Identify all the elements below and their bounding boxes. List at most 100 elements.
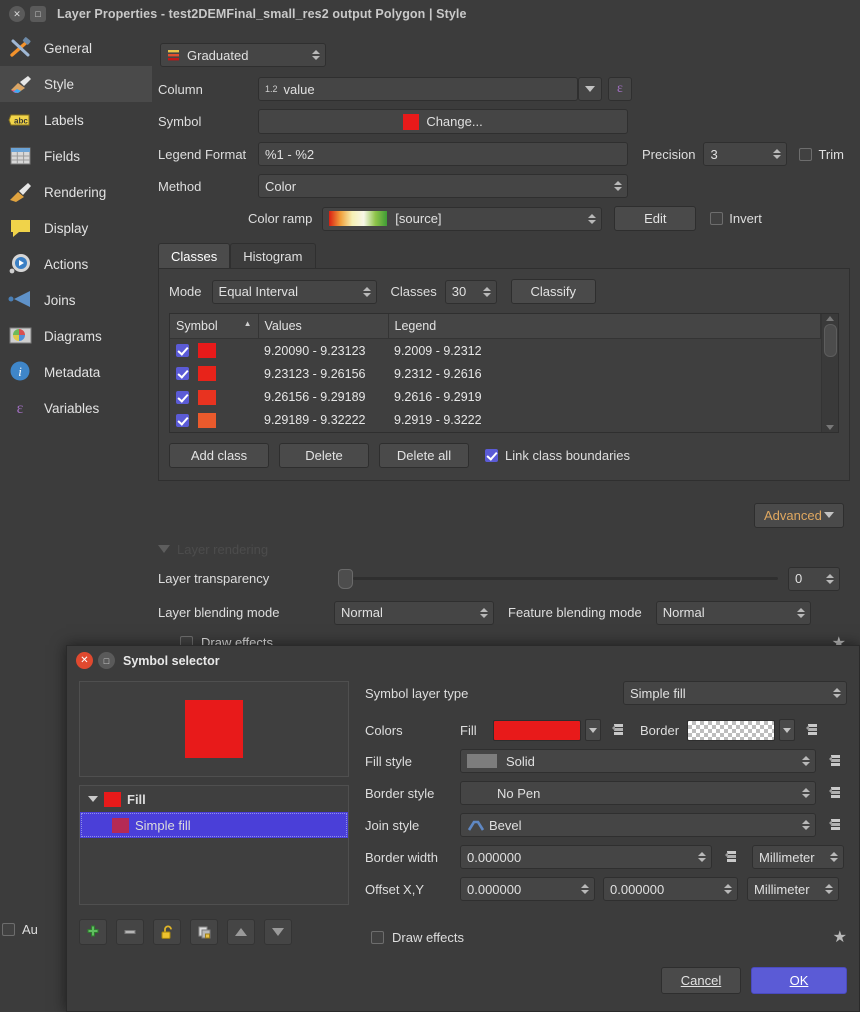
column-dropdown-button[interactable]	[578, 77, 602, 101]
triangle-down-icon[interactable]	[158, 545, 170, 554]
symbol-layer-type-combo[interactable]: Simple fill	[623, 681, 847, 705]
symbol-draw-effects-checkbox[interactable]	[371, 930, 384, 944]
join-style-data-defined-button[interactable]	[825, 814, 847, 836]
column-header-symbol[interactable]: Symbol ▲	[170, 314, 259, 339]
close-icon[interactable]: ✕	[76, 652, 93, 669]
classify-button[interactable]: Classify	[510, 279, 596, 304]
spin-arrows-icon[interactable]	[802, 756, 810, 766]
scroll-up-icon[interactable]	[826, 316, 834, 321]
classes-scrollbar[interactable]	[821, 314, 838, 432]
layer-transparency-spinbox[interactable]: 0	[788, 566, 840, 591]
class-symbol-cell[interactable]	[170, 385, 258, 408]
link-class-boundaries-checkbox[interactable]	[485, 448, 498, 462]
color-ramp-combo[interactable]: [source]	[322, 206, 603, 231]
edit-ramp-button[interactable]: Edit	[614, 206, 697, 231]
tab-classes[interactable]: Classes	[158, 243, 231, 268]
slider-handle[interactable]	[338, 568, 353, 589]
class-values-cell[interactable]: 9.26156 - 9.29189	[258, 385, 388, 408]
move-up-button[interactable]	[227, 919, 255, 945]
border-style-combo[interactable]: No Pen	[460, 781, 816, 805]
offset-unit-combo[interactable]: Millimeter	[747, 877, 839, 901]
duplicate-layer-button[interactable]	[190, 919, 218, 945]
class-symbol-cell[interactable]	[170, 409, 258, 432]
column-header-legend[interactable]: Legend	[388, 314, 821, 339]
spin-arrows-icon[interactable]	[614, 181, 622, 191]
column-field[interactable]: 1.2 value	[258, 77, 578, 101]
sidebar-item-metadata[interactable]: i Metadata	[0, 354, 152, 390]
symbol-layer-root[interactable]: Fill	[80, 786, 348, 812]
border-width-spinbox[interactable]: 0.000000	[460, 845, 712, 869]
class-symbol-cell[interactable]	[170, 362, 258, 385]
advanced-button[interactable]: Advanced	[754, 502, 844, 528]
cancel-button[interactable]: Cancel	[661, 967, 741, 994]
class-symbol-cell[interactable]	[170, 339, 258, 363]
class-color-swatch[interactable]	[198, 412, 216, 428]
symbol-layer-child[interactable]: Simple fill	[80, 812, 348, 838]
move-down-button[interactable]	[264, 919, 292, 945]
fill-color-dropdown[interactable]	[585, 719, 601, 741]
class-visible-checkbox[interactable]	[176, 367, 189, 381]
class-values-cell[interactable]: 9.29189 - 9.32222	[258, 409, 388, 432]
auto-checkbox[interactable]	[2, 923, 15, 936]
spin-arrows-icon[interactable]	[581, 884, 589, 894]
border-color-dropdown[interactable]	[779, 719, 796, 741]
ok-button[interactable]: OK	[751, 967, 847, 994]
delete-all-classes-button[interactable]: Delete all	[379, 442, 469, 468]
table-row[interactable]: 9.29189 - 9.32222 9.2919 - 9.3222	[170, 409, 821, 432]
mode-combo[interactable]: Equal Interval	[211, 279, 377, 304]
sidebar-item-style[interactable]: Style	[0, 66, 152, 102]
remove-symbol-layer-button[interactable]	[116, 919, 144, 945]
invert-checkbox[interactable]	[710, 212, 724, 225]
class-visible-checkbox[interactable]	[176, 344, 189, 358]
expression-button[interactable]: ε	[608, 77, 632, 101]
fill-style-data-defined-button[interactable]	[825, 750, 847, 772]
spin-arrows-icon[interactable]	[802, 820, 810, 830]
feature-blending-combo[interactable]: Normal	[655, 600, 811, 625]
join-style-combo[interactable]: Bevel	[460, 813, 816, 837]
add-class-button[interactable]: Add class	[169, 442, 269, 468]
sidebar-item-rendering[interactable]: Rendering	[0, 174, 152, 210]
fill-style-combo[interactable]: Solid	[460, 749, 816, 773]
delete-class-button[interactable]: Delete	[279, 442, 369, 468]
class-values-cell[interactable]: 9.20090 - 9.23123	[258, 339, 388, 363]
slider-track[interactable]	[353, 577, 778, 581]
table-row[interactable]: 9.26156 - 9.29189 9.2616 - 9.2919	[170, 385, 821, 408]
symbol-change-button[interactable]: Change...	[258, 109, 628, 134]
lock-layer-button[interactable]	[153, 919, 181, 945]
method-combo[interactable]: Color	[258, 174, 628, 198]
scrollbar-thumb[interactable]	[823, 324, 837, 357]
border-style-data-defined-button[interactable]	[825, 782, 847, 804]
sidebar-item-joins[interactable]: Joins	[0, 282, 152, 318]
sidebar-item-labels[interactable]: abc Labels	[0, 102, 152, 138]
spin-arrows-icon[interactable]	[362, 286, 371, 297]
class-color-swatch[interactable]	[198, 366, 216, 382]
border-data-defined-button[interactable]	[802, 719, 824, 741]
maximize-icon[interactable]: □	[30, 6, 46, 22]
triangle-down-icon[interactable]	[88, 796, 98, 802]
close-icon[interactable]: ✕	[9, 6, 25, 22]
sidebar-item-display[interactable]: Display	[0, 210, 152, 246]
border-width-data-defined-button[interactable]	[721, 846, 743, 868]
spin-arrows-icon[interactable]	[480, 607, 488, 618]
class-visible-checkbox[interactable]	[176, 413, 189, 427]
fill-color-swatch[interactable]	[493, 719, 581, 741]
sidebar-item-actions[interactable]: Actions	[0, 246, 152, 282]
border-width-unit-combo[interactable]: Millimeter	[752, 845, 844, 869]
tab-histogram[interactable]: Histogram	[230, 243, 316, 268]
sidebar-item-fields[interactable]: Fields	[0, 138, 152, 174]
scroll-down-icon[interactable]	[826, 424, 834, 430]
renderer-type-combo[interactable]: Graduated	[160, 43, 326, 67]
table-row[interactable]: 9.23123 - 9.26156 9.2312 - 9.2616	[170, 362, 821, 385]
spin-arrows-icon[interactable]	[830, 852, 838, 862]
spin-arrows-icon[interactable]	[796, 607, 805, 618]
class-legend-cell[interactable]: 9.2919 - 9.3222	[388, 409, 821, 432]
layer-blending-combo[interactable]: Normal	[334, 600, 494, 625]
classes-count-spinbox[interactable]: 30	[444, 279, 497, 304]
class-legend-cell[interactable]: 9.2009 - 9.2312	[388, 339, 821, 363]
spin-arrows-icon[interactable]	[802, 788, 810, 798]
spin-arrows-icon[interactable]	[833, 688, 841, 698]
class-visible-checkbox[interactable]	[176, 390, 189, 404]
spin-arrows-icon[interactable]	[826, 573, 834, 584]
border-color-swatch[interactable]	[687, 719, 776, 741]
class-legend-cell[interactable]: 9.2312 - 9.2616	[388, 362, 821, 385]
